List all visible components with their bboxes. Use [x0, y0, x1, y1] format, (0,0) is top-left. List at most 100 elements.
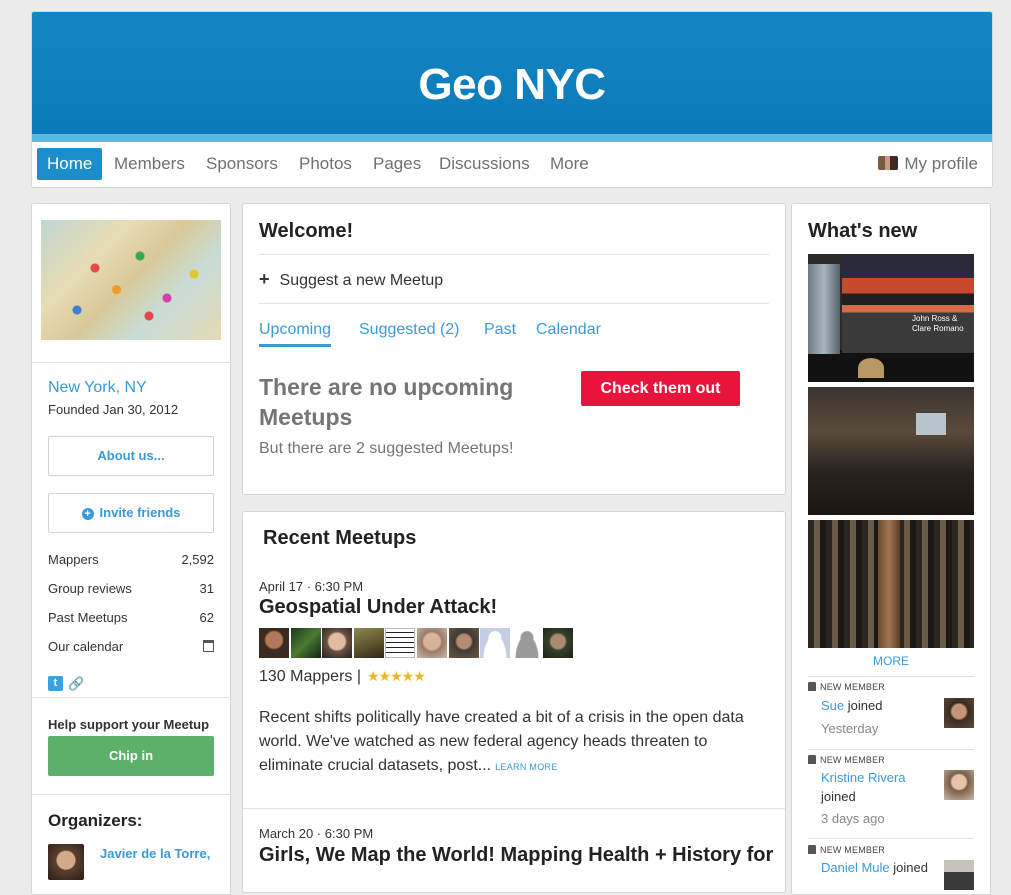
member-avatar[interactable] — [944, 860, 974, 890]
stat-our-calendar[interactable]: Our calendar — [48, 639, 214, 654]
new-member-entry: Daniel Mule joined — [821, 858, 936, 877]
link-icon[interactable]: 🔗 — [68, 676, 84, 691]
banner-strip — [32, 134, 992, 142]
nav-pages[interactable]: Pages — [363, 148, 431, 180]
nav-sponsors[interactable]: Sponsors — [196, 148, 288, 180]
new-member-label: NEW MEMBER — [808, 755, 885, 765]
attendee-avatar[interactable] — [416, 628, 447, 658]
organizers-title: Organizers: — [48, 811, 143, 830]
group-banner: Geo NYC — [32, 12, 992, 134]
divider — [32, 697, 230, 698]
group-city[interactable]: New York, NY — [48, 379, 147, 397]
attendee-avatar[interactable] — [543, 628, 574, 658]
attendee-avatar[interactable] — [448, 628, 479, 658]
help-support-text: Help support your Meetup — [48, 717, 210, 732]
check-them-out-button[interactable]: Check them out — [581, 371, 740, 406]
new-member-label: NEW MEMBER — [808, 682, 885, 692]
new-member-entry: Kristine Rivera joined — [821, 768, 936, 806]
group-sidebar: New York, NY Founded Jan 30, 2012 About … — [31, 203, 231, 895]
suggest-meetup-link[interactable]: + Suggest a new Meetup — [259, 269, 443, 290]
tab-past[interactable]: Past — [484, 321, 516, 339]
member-joined-time: 3 days ago — [821, 811, 885, 826]
divider — [808, 676, 974, 677]
wooden-pillar — [878, 520, 900, 648]
divider — [243, 808, 785, 809]
divider — [259, 254, 769, 255]
member-action: joined — [821, 789, 856, 804]
twitter-icon[interactable]: t — [48, 676, 63, 691]
new-member-label-text: NEW MEMBER — [820, 755, 885, 765]
group-header: Geo NYC Home Members Sponsors Photos Pag… — [31, 11, 993, 188]
member-action: joined — [847, 698, 883, 713]
my-profile-link[interactable]: My profile — [878, 148, 978, 180]
member-joined-time: Yesterday — [821, 721, 879, 736]
member-name-link[interactable]: Sue — [821, 698, 844, 713]
member-name-link[interactable]: Kristine Rivera — [821, 770, 906, 785]
star-rating-icon: ★★★★★ — [367, 668, 426, 684]
audience-head — [858, 358, 884, 378]
whats-new-title: What's new — [808, 220, 918, 242]
group-nav: Home Members Sponsors Photos Pages Discu… — [32, 142, 992, 187]
tab-calendar[interactable]: Calendar — [536, 321, 601, 339]
member-avatar[interactable] — [944, 698, 974, 728]
attendee-avatar[interactable] — [385, 628, 416, 658]
suggested-count-text: But there are 2 suggested Meetups! — [259, 440, 514, 457]
event-photo[interactable]: John Ross & Clare Romano — [808, 254, 974, 382]
person-icon — [808, 755, 816, 764]
organizer-name[interactable]: Javier de la Torre, — [100, 846, 210, 861]
attendee-avatar[interactable] — [259, 628, 289, 658]
calendar-icon — [203, 640, 214, 652]
new-member-label-text: NEW MEMBER — [820, 845, 885, 855]
founded-date: Founded Jan 30, 2012 — [48, 402, 179, 417]
whats-new-card: What's new John Ross & Clare Romano MORE… — [791, 203, 991, 895]
meetup-title[interactable]: Girls, We Map the World! Mapping Health … — [259, 844, 779, 867]
chip-in-button[interactable]: Chip in — [48, 736, 214, 776]
member-action: joined — [893, 860, 928, 875]
attendee-avatar[interactable] — [353, 628, 384, 658]
stat-label: Our calendar — [48, 639, 124, 654]
projector-screen — [916, 413, 946, 435]
attendee-avatar[interactable] — [511, 628, 542, 658]
invite-friends-button[interactable]: + Invite friends — [48, 493, 214, 533]
nav-photos[interactable]: Photos — [289, 148, 362, 180]
member-avatar[interactable] — [944, 770, 974, 800]
meetup-title[interactable]: Geospatial Under Attack! — [259, 596, 497, 619]
member-name-link[interactable]: Daniel Mule — [821, 860, 890, 875]
new-member-entry: Sue joined — [821, 696, 936, 715]
stat-value: 31 — [199, 581, 214, 596]
nav-more[interactable]: More — [540, 148, 599, 180]
attendee-avatar[interactable] — [480, 628, 511, 658]
plus-icon: + — [259, 269, 270, 289]
stat-value: 2,592 — [181, 552, 214, 567]
learn-more-link[interactable]: LEARN MORE — [495, 762, 558, 772]
group-name[interactable]: Geo NYC — [32, 60, 992, 110]
meetup-date: April 17 · 6:30 PM — [259, 579, 364, 594]
stat-group-reviews[interactable]: Group reviews 31 — [48, 581, 214, 596]
more-photos-link[interactable]: MORE — [792, 654, 990, 668]
event-photo[interactable] — [808, 387, 974, 515]
group-map-photo[interactable] — [41, 220, 221, 340]
stat-label: Group reviews — [48, 581, 132, 596]
divider — [32, 794, 230, 795]
person-icon — [808, 682, 816, 691]
tab-suggested[interactable]: Suggested (2) — [359, 321, 460, 339]
nav-home[interactable]: Home — [37, 148, 103, 180]
organizer-avatar[interactable] — [48, 844, 84, 880]
about-us-button[interactable]: About us... — [48, 436, 214, 476]
new-member-label-text: NEW MEMBER — [820, 682, 885, 692]
attendee-avatars — [259, 628, 574, 658]
suggest-meetup-label: Suggest a new Meetup — [279, 272, 444, 289]
event-photo[interactable] — [808, 520, 974, 648]
welcome-title: Welcome! — [259, 220, 354, 242]
meetup-description: Recent shifts politically have created a… — [259, 706, 764, 779]
attendee-avatar[interactable] — [322, 628, 353, 658]
stat-mappers[interactable]: Mappers 2,592 — [48, 552, 214, 567]
nav-discussions[interactable]: Discussions — [429, 148, 540, 180]
stat-past-meetups[interactable]: Past Meetups 62 — [48, 610, 214, 625]
presentation-screen — [842, 257, 974, 353]
meetup-date: March 20 · 6:30 PM — [259, 826, 374, 841]
nav-members[interactable]: Members — [104, 148, 195, 180]
attendee-avatar[interactable] — [290, 628, 321, 658]
photo-window — [808, 264, 840, 354]
tab-upcoming[interactable]: Upcoming — [259, 321, 332, 347]
